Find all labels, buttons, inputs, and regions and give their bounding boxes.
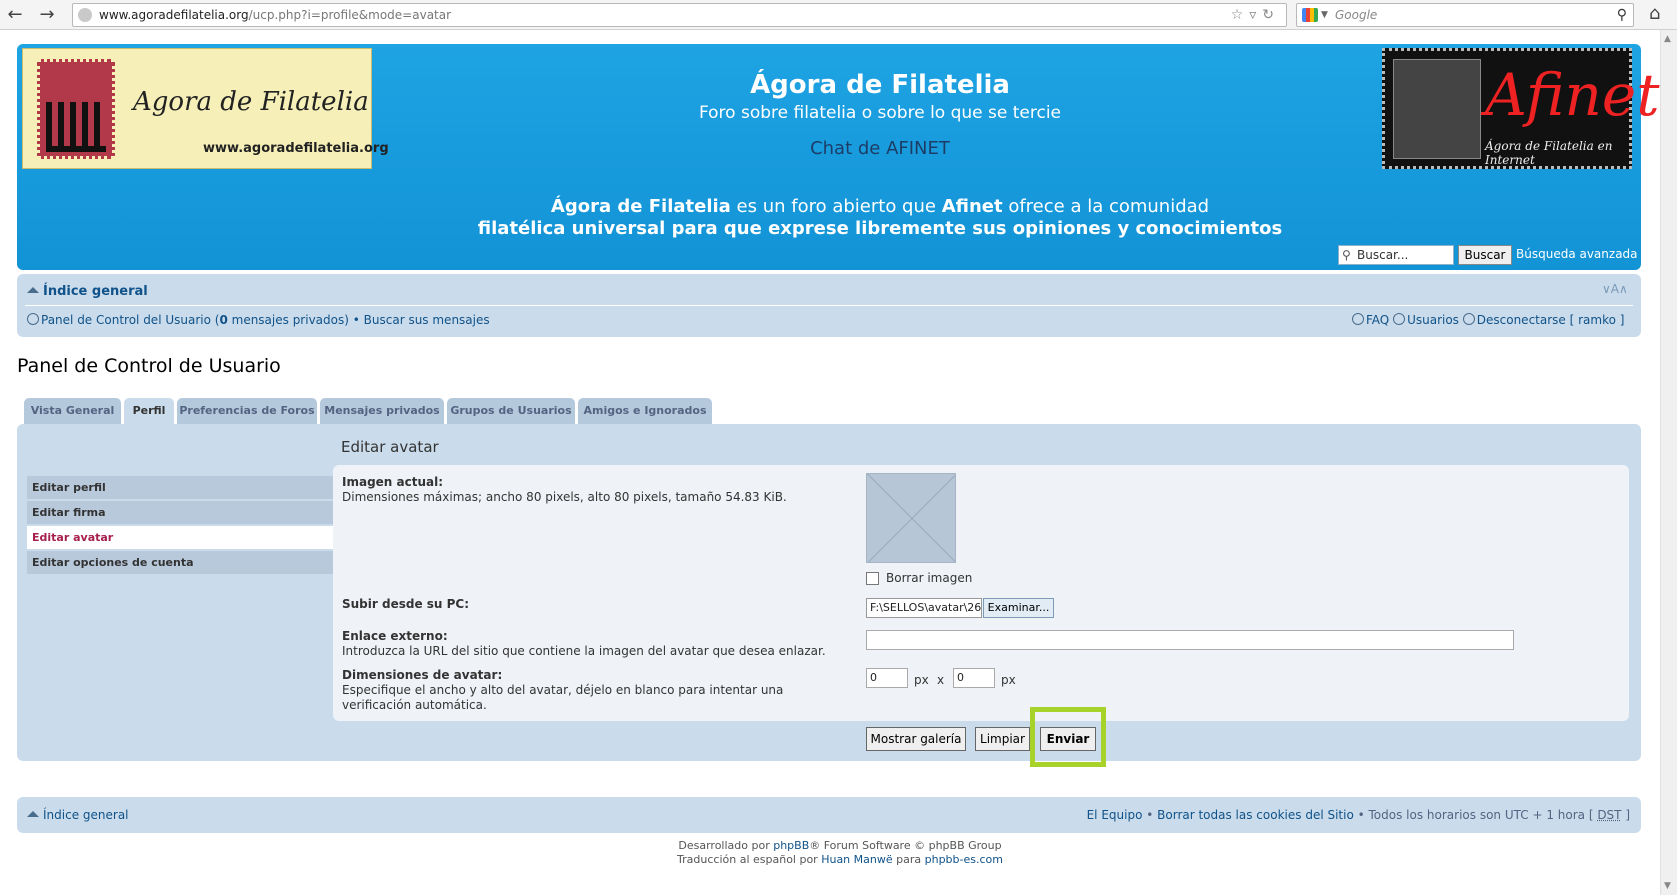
users-icon bbox=[1393, 313, 1406, 325]
faq-link[interactable]: FAQ bbox=[1366, 313, 1389, 327]
search-icon: ⚲ bbox=[1342, 248, 1351, 262]
submit-highlight-frame bbox=[1030, 707, 1106, 767]
search-button[interactable]: Buscar bbox=[1458, 245, 1512, 265]
show-gallery-button[interactable]: Mostrar galería bbox=[866, 727, 966, 751]
external-link-input[interactable] bbox=[866, 630, 1514, 650]
power-icon bbox=[1462, 313, 1475, 325]
site-title: Ágora de Filatelia bbox=[750, 70, 1010, 100]
avatar-height-input[interactable]: 0 bbox=[953, 668, 995, 688]
upload-file-input[interactable]: F:\SELLOS\avatar\263 bbox=[866, 598, 982, 618]
phpbb-link[interactable]: phpBB bbox=[773, 839, 809, 852]
tab-private-messages[interactable]: Mensajes privados bbox=[320, 398, 444, 424]
url-host: www.agoradefilatelia.org bbox=[99, 8, 249, 22]
pm-count: 0 bbox=[219, 313, 228, 327]
google-icon bbox=[1302, 8, 1318, 22]
browser-search-box[interactable]: ▼ Google ⚲ bbox=[1296, 3, 1634, 27]
dst-label: DST bbox=[1597, 808, 1622, 822]
menu-edit-signature[interactable]: Editar firma bbox=[27, 501, 333, 524]
afinet-logo-name: Afinet bbox=[1485, 61, 1660, 129]
pm-link[interactable]: mensajes privados) bbox=[228, 313, 349, 327]
stamp-image bbox=[1393, 59, 1481, 159]
font-size-control[interactable]: ∨A∧ bbox=[1602, 282, 1628, 296]
faq-icon bbox=[1352, 313, 1364, 325]
home-icon bbox=[27, 811, 39, 817]
page-title: Panel de Control de Usuario bbox=[17, 355, 281, 377]
phpbb-es-link[interactable]: phpbb-es.com bbox=[925, 853, 1003, 866]
delete-image-checkbox[interactable] bbox=[866, 572, 879, 585]
logout-link[interactable]: Desconectarse [ ramko ] bbox=[1477, 313, 1625, 327]
back-arrow-icon[interactable]: ← bbox=[4, 4, 26, 26]
logo-url: www.agoradefilatelia.org bbox=[203, 141, 389, 156]
tab-usergroups[interactable]: Grupos de Usuarios bbox=[447, 398, 575, 424]
menu-edit-account[interactable]: Editar opciones de cuenta bbox=[27, 551, 333, 574]
dimensions-label: Dimensiones de avatar: Especifique el anc… bbox=[342, 668, 784, 712]
scroll-down-icon[interactable]: ▼ bbox=[1664, 881, 1671, 891]
url-path: /ucp.php?i=profile&mode=avatar bbox=[248, 8, 452, 22]
footer-home[interactable]: Índice general bbox=[27, 808, 129, 822]
tab-overview[interactable]: Vista General bbox=[24, 398, 121, 424]
delete-cookies-link[interactable]: Borrar todas las cookies del Sitio bbox=[1157, 808, 1354, 822]
breadcrumb-home[interactable]: Índice general bbox=[27, 284, 148, 299]
afinet-logo-sub: Ágora de Filatelia en Internet bbox=[1485, 139, 1613, 167]
avatar-placeholder bbox=[866, 473, 956, 563]
scroll-up-icon[interactable]: ▲ bbox=[1664, 34, 1671, 44]
upload-label: Subir desde su PC: bbox=[342, 597, 470, 611]
avatar-width-input[interactable]: 0 bbox=[866, 668, 908, 688]
url-controls[interactable]: ☆▿↻ bbox=[1231, 4, 1280, 26]
tab-friends-foes[interactable]: Amigos e Ignorados bbox=[578, 398, 712, 424]
forum-search-input[interactable]: ⚲ Buscar... bbox=[1338, 245, 1454, 265]
chat-link[interactable]: Chat de AFINET bbox=[600, 138, 1160, 159]
footer-links: El Equipo • Borrar todas las cookies del… bbox=[1086, 808, 1630, 822]
translator-link[interactable]: Huan Manwë bbox=[821, 853, 892, 866]
home-icon[interactable]: ⌂ bbox=[1649, 3, 1660, 24]
width-unit: px bbox=[914, 673, 929, 687]
advanced-search-link[interactable]: Búsqueda avanzada bbox=[1516, 247, 1638, 261]
site-tagline: Ágora de Filatelia es un foro abierto qu… bbox=[477, 196, 1283, 239]
delete-image-label: Borrar imagen bbox=[886, 571, 973, 585]
height-unit: px bbox=[1001, 673, 1016, 687]
search-placeholder: Buscar... bbox=[1357, 248, 1409, 262]
credits: Desarrollado por phpBB® Forum Software ©… bbox=[677, 839, 1003, 866]
search-icon[interactable]: ⚲ bbox=[1617, 4, 1627, 26]
users-link[interactable]: Usuarios bbox=[1407, 313, 1459, 327]
section-title: Editar avatar bbox=[341, 438, 439, 456]
user-links: FAQ Usuarios Desconectarse [ ramko ] bbox=[1352, 313, 1624, 327]
afinet-logo[interactable]: Afinet Ágora de Filatelia en Internet bbox=[1382, 48, 1660, 169]
search-own-posts-link[interactable]: Buscar sus mensajes bbox=[364, 313, 490, 327]
page-scrollbar[interactable]: ▲ ▼ bbox=[1660, 30, 1677, 895]
browser-toolbar: ← → www.agoradefilatelia.org/ucp.php?i=p… bbox=[0, 0, 1677, 30]
tab-profile[interactable]: Perfil bbox=[124, 398, 174, 427]
current-image-label: Imagen actual: Dimensiones máximas; ancho… bbox=[342, 475, 787, 504]
ucp-links: Panel de Control del Usuario (0 mensajes… bbox=[27, 313, 490, 327]
menu-edit-profile[interactable]: Editar perfil bbox=[27, 476, 333, 499]
home-icon bbox=[27, 287, 39, 293]
stamp-logo-image bbox=[37, 59, 115, 159]
times-sign: x bbox=[937, 673, 945, 687]
search-engine-label: Google bbox=[1335, 8, 1378, 22]
menu-edit-avatar[interactable]: Editar avatar bbox=[27, 526, 333, 549]
address-bar[interactable]: www.agoradefilatelia.org/ucp.php?i=profi… bbox=[72, 3, 1287, 27]
forward-arrow-icon[interactable]: → bbox=[36, 4, 58, 26]
globe-icon bbox=[78, 8, 92, 22]
user-icon bbox=[27, 313, 39, 325]
team-link[interactable]: El Equipo bbox=[1087, 808, 1143, 822]
tab-board-preferences[interactable]: Preferencias de Foros bbox=[177, 398, 317, 424]
ucp-link[interactable]: Panel de Control del Usuario bbox=[41, 313, 211, 327]
chevron-down-icon[interactable]: ▼ bbox=[1321, 4, 1328, 26]
site-logo[interactable]: Agora de Filatelia www.agoradefilatelia.… bbox=[22, 48, 389, 169]
external-link-label: Enlace externo: Introduzca la URL del sit… bbox=[342, 629, 826, 658]
site-description: Foro sobre filatelia o sobre lo que se t… bbox=[698, 103, 1062, 123]
reset-button[interactable]: Limpiar bbox=[975, 727, 1030, 751]
navbar-divider bbox=[25, 305, 1633, 306]
logo-title: Agora de Filatelia bbox=[133, 87, 369, 117]
browse-button[interactable]: Examinar... bbox=[983, 598, 1054, 618]
